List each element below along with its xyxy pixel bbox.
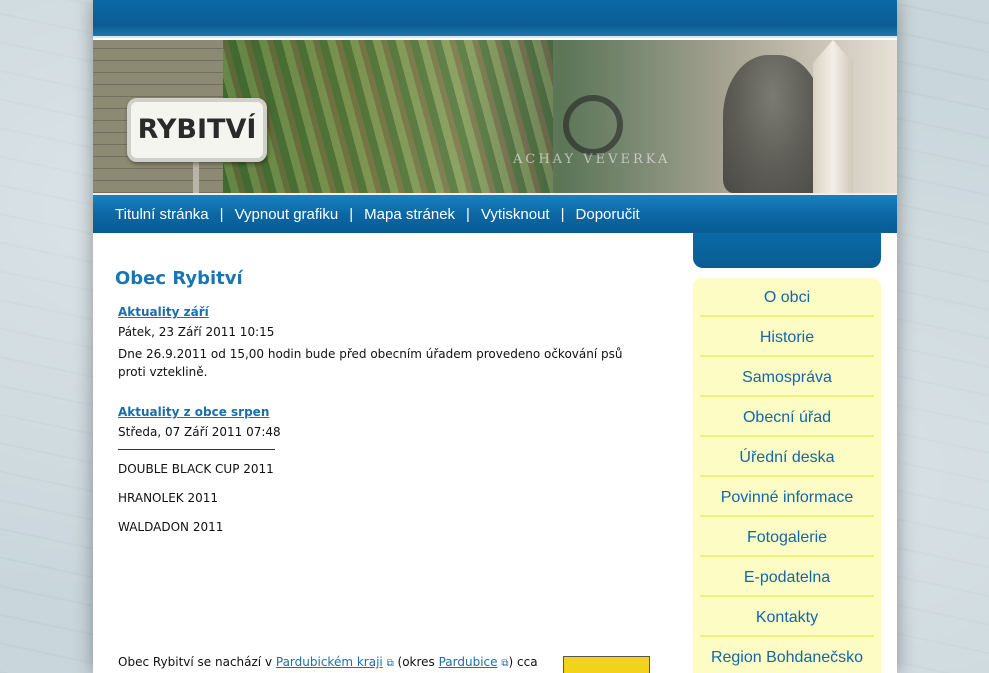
banner-statue — [723, 55, 823, 193]
sign-post — [193, 162, 199, 193]
news-date: Středa, 07 Září 2011 07:48 — [118, 425, 281, 439]
nav-home[interactable]: Titulní stránka — [115, 206, 209, 223]
news-title-link[interactable]: Aktuality z obce srpen — [118, 405, 655, 419]
sidebar-menu: O obci Historie Samospráva Obecní úřad Ú… — [693, 278, 881, 673]
link-pardubice[interactable]: Pardubice — [439, 655, 498, 669]
news-paragraph: DOUBLE BLACK CUP 2011 — [118, 462, 274, 476]
news-item: Aktuality z obce srpen Středa, 07 Září 2… — [118, 405, 655, 534]
sidebar-item-kontakty[interactable]: Kontakty — [693, 598, 881, 638]
sidebar-item-fotogalerie[interactable]: Fotogalerie — [693, 518, 881, 558]
banner-monument — [813, 40, 853, 193]
news-paragraph: HRANOLEK 2011 — [118, 491, 218, 505]
sidebar-item-obecni-urad[interactable]: Obecní úřad — [693, 398, 881, 438]
sidebar-item-povinne-informace[interactable]: Povinné informace — [693, 478, 881, 518]
intro-middle: (okres — [393, 655, 439, 669]
nav-sitemap[interactable]: Mapa stránek — [364, 206, 455, 223]
nav-recommend[interactable]: Doporučit — [576, 206, 640, 223]
page: ACHAY VEVERKA RYBITVÍ Titulní stránka | … — [93, 0, 897, 673]
nav-separator: | — [219, 205, 224, 223]
external-link-icon: ⧉ — [501, 658, 509, 669]
nav-disable-graphics[interactable]: Vypnout grafiku — [235, 206, 339, 223]
town-sign: RYBITVÍ — [127, 98, 267, 162]
municipal-crest-image — [563, 656, 650, 673]
sidebar-tab — [693, 233, 881, 268]
sidebar-item-e-podatelna[interactable]: E-podatelna — [693, 558, 881, 598]
banner-aerial-photo — [223, 40, 553, 193]
intro-prefix: Obec Rybitví se nachází v — [118, 655, 276, 669]
nav-separator: | — [466, 205, 470, 223]
top-navigation: Titulní stránka | Vypnout grafiku | Mapa… — [93, 193, 897, 233]
nav-print[interactable]: Vytisknout — [481, 206, 550, 223]
news-text: Dne 26.9.2011 od 15,00 hodin bude před o… — [118, 347, 623, 379]
sidebar-item-region-bohdanecsko[interactable]: Region Bohdanečsko — [693, 638, 881, 673]
link-pardubicky-kraj[interactable]: Pardubickém kraji — [276, 655, 383, 669]
intro-text: Obec Rybitví se nachází v Pardubickém kr… — [118, 655, 538, 669]
nav-separator: | — [560, 205, 565, 223]
news-title-link[interactable]: Aktuality září — [118, 305, 655, 319]
nav-separator: | — [349, 205, 354, 223]
sidebar-item-historie[interactable]: Historie — [693, 318, 881, 358]
sidebar-item-o-obci[interactable]: O obci — [693, 278, 881, 318]
top-bar — [93, 0, 897, 38]
page-title: Obec Rybitví — [115, 268, 243, 289]
news-item: Aktuality září Pátek, 23 Září 2011 10:15… — [118, 305, 655, 381]
main-content: Obec Rybitví Aktuality září Pátek, 23 Zá… — [115, 268, 655, 549]
news-date: Pátek, 23 Září 2011 10:15 — [118, 325, 275, 339]
sidebar-item-samosprava[interactable]: Samospráva — [693, 358, 881, 398]
external-link-icon: ⧉ — [386, 658, 394, 669]
banner-plaque: ACHAY VEVERKA — [513, 152, 671, 167]
news-paragraph: WALDADON 2011 — [118, 520, 224, 534]
intro-suffix: ) cca — [508, 655, 538, 669]
banner-emblem-icon — [563, 95, 623, 155]
sidebar-item-uredni-deska[interactable]: Úřední deska — [693, 438, 881, 478]
header-banner: ACHAY VEVERKA RYBITVÍ — [93, 40, 897, 193]
divider — [118, 449, 275, 450]
